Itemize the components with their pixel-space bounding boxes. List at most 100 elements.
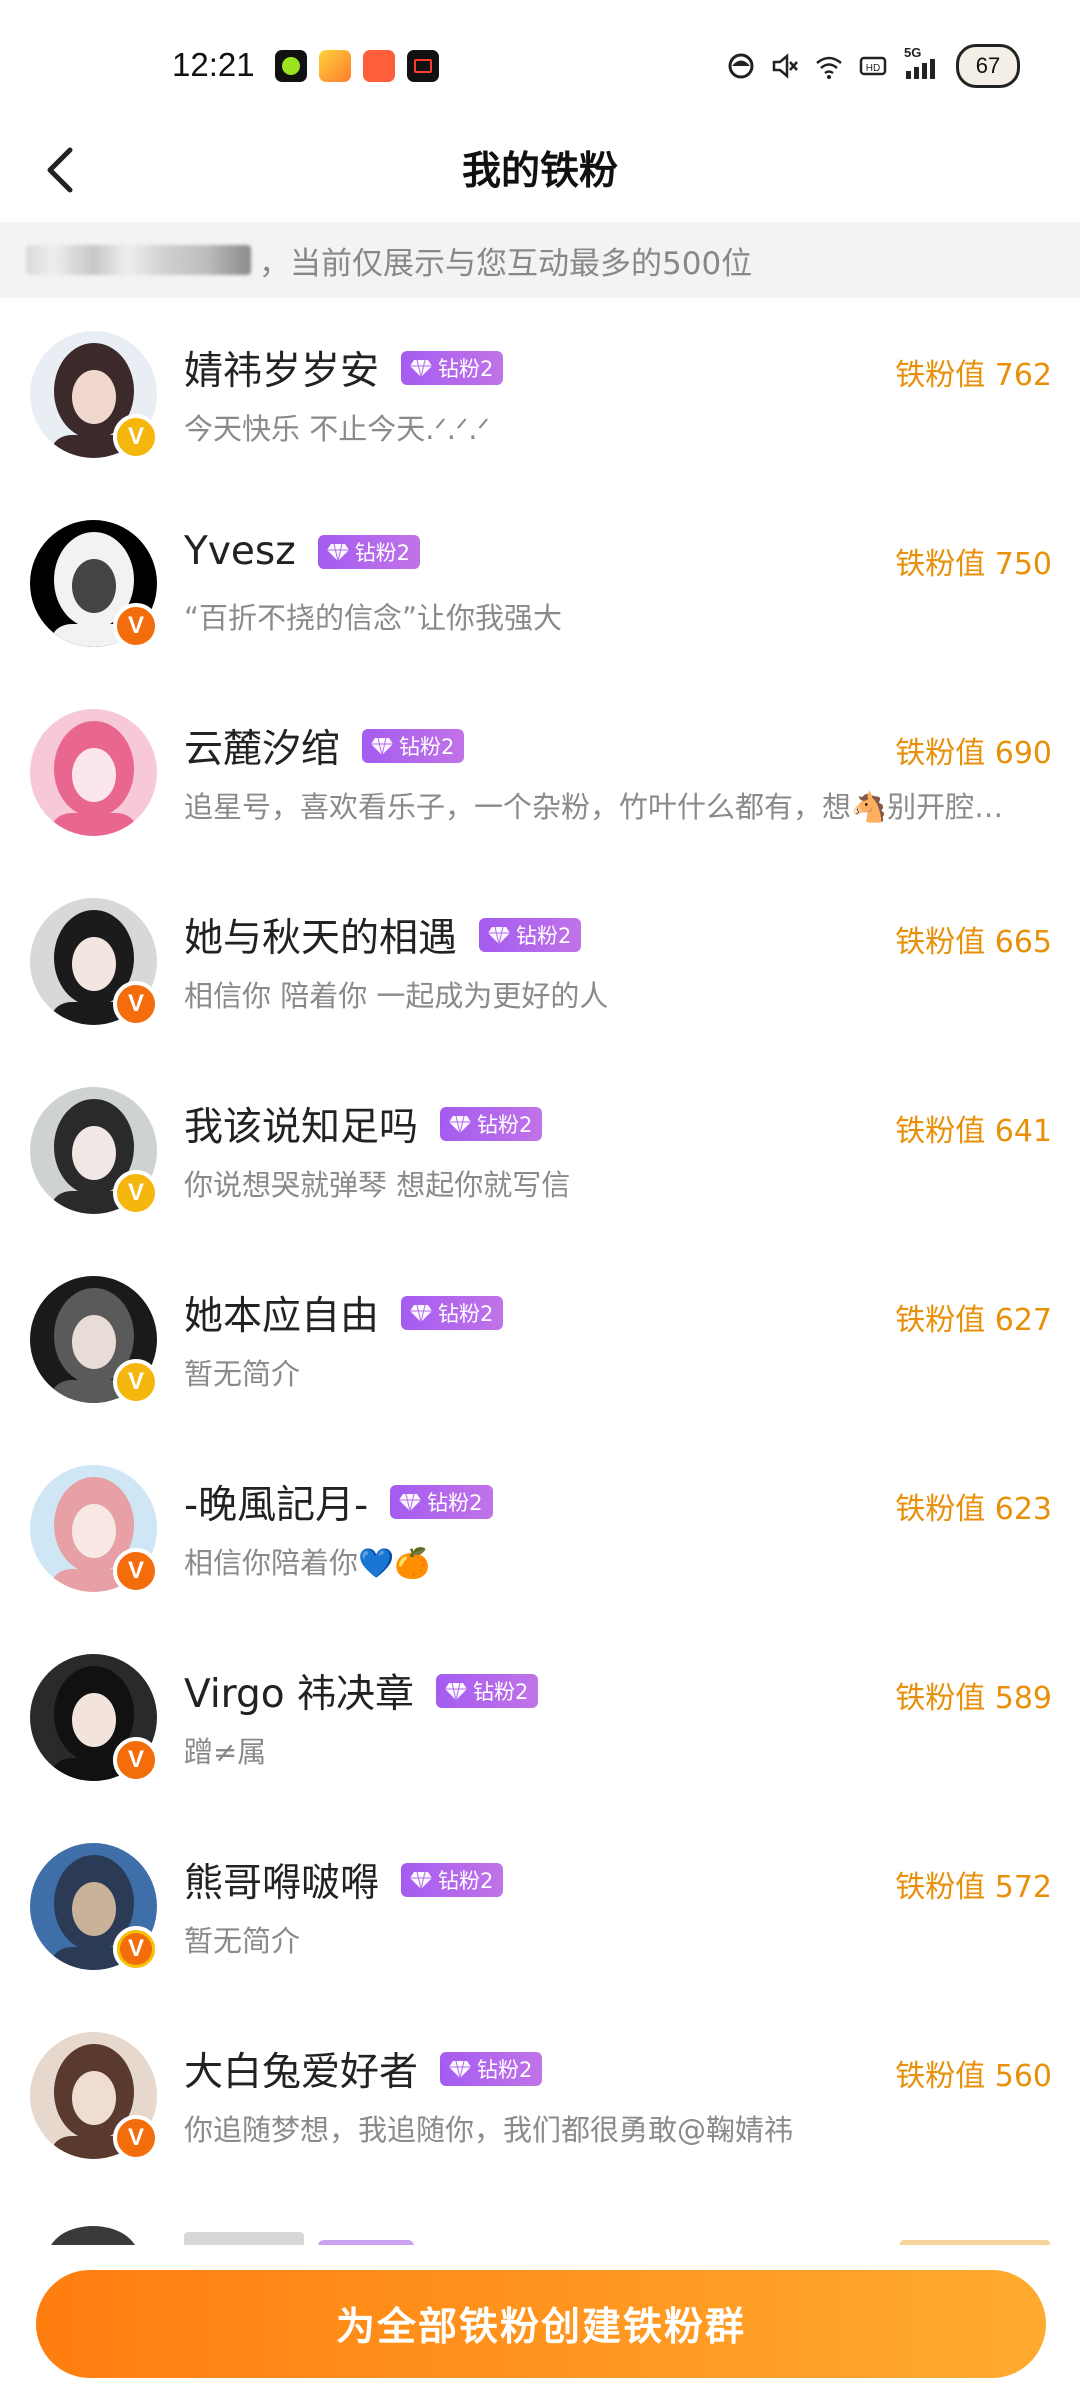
avatar[interactable]: V [30, 1465, 159, 1594]
fan-score: 铁粉值 690 [895, 736, 1052, 771]
fan-tag-label: 钻粉2 [477, 1113, 533, 1137]
fan-bio: 相信你 陪着你 一起成为更好的人 [184, 979, 609, 1013]
fan-tag-label: 钻粉2 [427, 1491, 483, 1515]
fan-score: 铁粉值 572 [895, 1870, 1052, 1905]
avatar-image [30, 709, 157, 836]
diamond-icon [488, 926, 511, 945]
orange-app-icon [363, 50, 395, 82]
fan-tag-label: 钻粉2 [399, 735, 455, 759]
verified-v-icon: V [113, 1548, 159, 1594]
fan-score: 铁粉值 665 [895, 925, 1052, 960]
fan-name-line: Virgo 祎决章 钻粉2 [184, 1663, 539, 1719]
fan-score: 铁粉值 589 [895, 1681, 1052, 1716]
verified-v-icon: V [113, 1737, 159, 1783]
diamond-fan-badge: 钻粉2 [440, 1107, 543, 1141]
fan-row[interactable]: V 她与秋天的相遇 钻粉2 相信你 陪着你 一起成为更好的人 铁粉值 665 [0, 865, 1080, 1054]
diamond-fan-badge: 钻粉2 [390, 1485, 493, 1519]
fan-row[interactable]: 云麓汐绾 钻粉2 追星号，喜欢看乐子，一个杂粉，竹叶什么都有，想🐴别开腔… 铁粉… [0, 676, 1080, 865]
verified-v-icon: V [113, 603, 159, 649]
hd-icon: HD [859, 56, 887, 76]
fan-tag-label: 钻粉2 [477, 2058, 533, 2082]
fan-tag-label: 钻粉2 [473, 1680, 529, 1704]
wifi-icon [816, 56, 842, 79]
fan-name[interactable]: 大白兔爱好者 [184, 2041, 418, 2097]
fan-bio: 你说想哭就弹琴 想起你就写信 [184, 1168, 571, 1202]
avatar[interactable]: V [30, 331, 159, 460]
diamond-icon [371, 737, 394, 756]
fan-bio: “百折不挠的信念”让你我强大 [184, 601, 563, 635]
fan-row[interactable]: V 她本应自由 钻粉2 暂无简介 铁粉值 627 [0, 1243, 1080, 1432]
fan-name[interactable]: 熊哥嘚啵嘚 [184, 1852, 379, 1908]
fan-name-line: Yvesz 钻粉2 [184, 529, 421, 574]
avatar[interactable]: V [30, 520, 159, 649]
fan-name-line: -晚風記月- 钻粉2 [184, 1474, 493, 1530]
fan-row[interactable]: V 我该说知足吗 钻粉2 你说想哭就弹琴 想起你就写信 铁粉值 641 [0, 1054, 1080, 1243]
fan-bio: 暂无简介 [184, 1924, 301, 1958]
avatar[interactable]: V [30, 1087, 159, 1216]
diamond-fan-badge: 钻粉2 [440, 2052, 543, 2086]
fan-name-line: 云麓汐绾 钻粉2 [184, 718, 465, 774]
fan-score: 铁粉值 623 [895, 1492, 1052, 1527]
notice-text: ，当前仅展示与您互动最多的500位 [259, 245, 753, 282]
fan-name[interactable]: Virgo 祎决章 [184, 1663, 414, 1719]
avatar[interactable] [30, 709, 157, 836]
diamond-icon [410, 1871, 433, 1890]
mute-icon [772, 53, 798, 79]
diamond-icon [410, 359, 433, 378]
status-time: 12:21 [172, 46, 255, 83]
record-app-icon [407, 50, 439, 82]
avatar[interactable]: V [30, 898, 159, 1027]
fan-bio: 蹭≠属 [184, 1735, 267, 1769]
verified-v-icon: V [113, 1170, 159, 1216]
video-app-icon [319, 50, 351, 82]
fan-name-line: 她与秋天的相遇 钻粉2 [184, 907, 582, 963]
fan-name[interactable]: -晚風記月- [184, 1474, 368, 1530]
fan-name-line: 大白兔爱好者 钻粉2 [184, 2041, 543, 2097]
nav-bar: 我的铁粉 [0, 120, 1080, 220]
fan-bio: 暂无简介 [184, 1357, 301, 1391]
fan-row[interactable]: V 熊哥嘚啵嘚 钻粉2 暂无简介 铁粉值 572 [0, 1810, 1080, 1999]
fan-row[interactable]: V 大白兔爱好者 钻粉2 你追随梦想，我追随你，我们都很勇敢@鞠婧祎 铁粉值 5… [0, 1999, 1080, 2188]
fan-bio: 今天快乐 不止今天.ᐟ.ᐟ.ᐟ [184, 412, 490, 446]
diamond-icon [449, 2060, 472, 2079]
diamond-icon [445, 1682, 468, 1701]
fan-tag-label: 钻粉2 [438, 357, 494, 381]
signal-icon: 5G [902, 45, 942, 81]
fan-name-line: 她本应自由 钻粉2 [184, 1285, 504, 1341]
battery-indicator: 67 [956, 44, 1020, 88]
fan-name[interactable]: 云麓汐绾 [184, 718, 340, 774]
status-indicators: HD 5G 67 [726, 44, 1020, 88]
fan-row[interactable]: V Yvesz 钻粉2 “百折不挠的信念”让你我强大 铁粉值 750 [0, 487, 1080, 676]
dnd-icon [728, 53, 754, 79]
fan-name[interactable]: Yvesz [184, 529, 296, 574]
fan-bio: 追星号，喜欢看乐子，一个杂粉，竹叶什么都有，想🐴别开腔… [184, 790, 1004, 824]
fan-name-line: 婧祎岁岁安 钻粉2 [184, 340, 504, 396]
diamond-fan-badge: 钻粉2 [401, 1863, 504, 1897]
fan-name-line: 熊哥嘚啵嘚 钻粉2 [184, 1852, 504, 1908]
avatar[interactable]: V [30, 1276, 159, 1405]
avatar[interactable]: V [30, 1654, 159, 1783]
green-app-icon [275, 50, 307, 82]
verified-v-icon: V [113, 414, 159, 460]
fan-name[interactable]: 她与秋天的相遇 [184, 907, 457, 963]
fan-name[interactable]: 我该说知足吗 [184, 1096, 418, 1152]
fan-tag-label: 钻粉2 [516, 924, 572, 948]
fan-score: 铁粉值 750 [895, 547, 1052, 582]
avatar[interactable]: V [30, 1843, 159, 1972]
fan-row[interactable]: V 婧祎岁岁安 钻粉2 今天快乐 不止今天.ᐟ.ᐟ.ᐟ 铁粉值 762 [0, 298, 1080, 487]
create-fan-group-button[interactable]: 为全部铁粉创建铁粉群 [36, 2270, 1046, 2378]
fan-row[interactable]: V -晚風記月- 钻粉2 相信你陪着你💙🍊 铁粉值 623 [0, 1432, 1080, 1621]
diamond-fan-badge: 钻粉2 [401, 1296, 504, 1330]
fan-name[interactable]: 婧祎岁岁安 [184, 340, 379, 396]
verified-v-icon: V [113, 1359, 159, 1405]
fan-score: 铁粉值 762 [895, 358, 1052, 393]
fan-list: V 婧祎岁岁安 钻粉2 今天快乐 不止今天.ᐟ.ᐟ.ᐟ 铁粉值 762 V Yv… [0, 298, 1080, 2188]
diamond-fan-badge: 钻粉2 [436, 1674, 539, 1708]
fan-name[interactable]: 她本应自由 [184, 1285, 379, 1341]
fan-row[interactable]: V Virgo 祎决章 钻粉2 蹭≠属 铁粉值 589 [0, 1621, 1080, 1810]
diamond-fan-badge: 钻粉2 [362, 729, 465, 763]
diamond-icon [410, 1304, 433, 1323]
diamond-fan-badge: 钻粉2 [317, 534, 421, 569]
avatar[interactable]: V [30, 2032, 159, 2161]
status-bar: 12:21 HD 5G 67 [0, 0, 1080, 120]
